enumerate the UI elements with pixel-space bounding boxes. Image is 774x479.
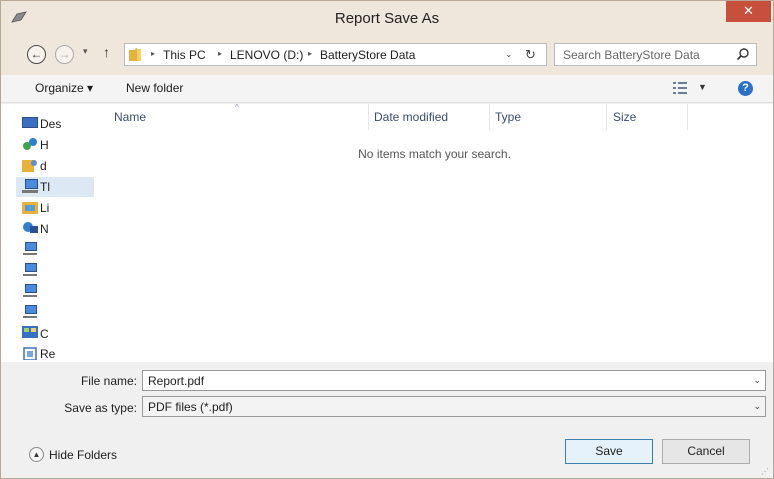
navigation-pane: Des H d Tl Li N C Re bbox=[16, 104, 94, 362]
nav-item-label: Des bbox=[40, 117, 62, 131]
dialog-footer: ▲ Hide Folders Save Cancel ⋰ bbox=[1, 417, 773, 478]
cancel-button[interactable]: Cancel bbox=[662, 439, 750, 464]
save-type-value: PDF files (*.pdf) bbox=[148, 400, 233, 414]
nav-item-libraries[interactable]: Li bbox=[16, 198, 94, 218]
network-computer-icon bbox=[23, 263, 37, 276]
column-header-name[interactable]: Name bbox=[114, 110, 146, 124]
libraries-icon bbox=[22, 202, 38, 214]
collapse-icon: ▲ bbox=[29, 447, 44, 462]
view-dropdown[interactable]: ▼ bbox=[698, 82, 707, 92]
sort-indicator: ^ bbox=[235, 103, 239, 112]
save-as-dialog: Report Save As ✕ ← → ▾ ↑ ▸ This PC ▸ LEN… bbox=[0, 0, 774, 479]
file-name-dropdown[interactable]: ⌄ bbox=[753, 375, 761, 386]
file-list: ^ Name Date modified Type Size No items … bbox=[96, 103, 773, 362]
nav-item-label: d bbox=[40, 159, 47, 173]
breadcrumb-lenovo-drive[interactable]: LENOVO (D:) bbox=[230, 48, 303, 62]
save-type-dropdown[interactable]: ⌄ bbox=[753, 401, 761, 412]
breadcrumb-batterystore-data[interactable]: BatteryStore Data bbox=[320, 48, 415, 62]
navigation-bar: ← → ▾ ↑ ▸ This PC ▸ LENOVO (D:) ▸ Batter… bbox=[1, 35, 773, 75]
nav-item-this-pc[interactable]: Tl bbox=[16, 177, 94, 197]
file-name-field[interactable]: Report.pdf ⌄ bbox=[142, 370, 766, 391]
nav-item-label: Re bbox=[40, 347, 56, 361]
network-icon bbox=[23, 222, 38, 233]
window-title: Report Save As bbox=[334, 10, 440, 27]
column-divider[interactable] bbox=[368, 104, 369, 130]
folder-icon bbox=[129, 48, 141, 61]
nav-item-label: Tl bbox=[40, 180, 50, 194]
control-panel-icon bbox=[22, 326, 38, 338]
empty-message: No items match your search. bbox=[358, 147, 511, 161]
network-computer-icon bbox=[23, 305, 37, 318]
user-folder-icon bbox=[22, 160, 37, 172]
address-bar[interactable]: ▸ This PC ▸ LENOVO (D:) ▸ BatteryStore D… bbox=[124, 43, 547, 66]
help-icon[interactable]: ? bbox=[738, 81, 753, 96]
browser-area: Des H d Tl Li N C Re ^ Name Date modifie… bbox=[1, 103, 773, 362]
nav-item-desktop[interactable]: Des bbox=[16, 114, 94, 134]
column-header-date-modified[interactable]: Date modified bbox=[374, 110, 448, 124]
this-pc-icon bbox=[22, 179, 38, 193]
save-form: File name: Report.pdf ⌄ Save as type: PD… bbox=[1, 362, 773, 417]
nav-item-user-folder[interactable]: d bbox=[16, 156, 94, 176]
resize-grip[interactable]: ⋰ bbox=[761, 467, 769, 476]
breadcrumb-separator: ▸ bbox=[218, 49, 223, 58]
breadcrumb-this-pc[interactable]: This PC bbox=[163, 48, 206, 62]
network-computer-icon bbox=[23, 284, 37, 297]
address-dropdown[interactable]: ⌄ bbox=[505, 49, 513, 60]
desktop-icon bbox=[22, 117, 38, 128]
forward-button[interactable]: → bbox=[55, 45, 74, 64]
nav-item-label: N bbox=[40, 222, 49, 236]
homegroup-icon bbox=[23, 138, 37, 150]
nav-item-network-computer[interactable] bbox=[16, 240, 94, 260]
file-name-value[interactable]: Report.pdf bbox=[148, 374, 204, 388]
nav-item-network[interactable]: N bbox=[16, 219, 94, 239]
column-divider[interactable] bbox=[606, 104, 607, 130]
search-placeholder: Search BatteryStore Data bbox=[563, 48, 700, 62]
nav-item-label: C bbox=[40, 327, 49, 341]
recycle-bin-icon bbox=[23, 347, 37, 360]
breadcrumb-separator: ▸ bbox=[308, 49, 313, 58]
nav-item-label: H bbox=[40, 138, 49, 152]
column-divider[interactable] bbox=[489, 104, 490, 130]
save-button[interactable]: Save bbox=[565, 439, 653, 464]
nav-item-network-computer[interactable] bbox=[16, 282, 94, 302]
back-button[interactable]: ← bbox=[27, 45, 46, 64]
search-box[interactable]: Search BatteryStore Data bbox=[554, 43, 757, 66]
recent-locations-dropdown[interactable]: ▾ bbox=[83, 46, 88, 57]
up-button[interactable]: ↑ bbox=[103, 44, 110, 60]
column-header-size[interactable]: Size bbox=[613, 110, 636, 124]
hide-folders-label: Hide Folders bbox=[49, 448, 118, 462]
file-name-label: File name: bbox=[80, 374, 137, 388]
nav-item-homegroup[interactable]: H bbox=[16, 135, 94, 155]
view-options-icon[interactable] bbox=[673, 82, 687, 94]
save-type-select[interactable]: PDF files (*.pdf) ⌄ bbox=[142, 396, 766, 417]
breadcrumb-separator: ▸ bbox=[151, 49, 156, 58]
nav-item-recycle-bin[interactable]: Re bbox=[16, 344, 94, 362]
command-bar: Organize ▾ New folder ▼ ? bbox=[1, 75, 773, 103]
new-folder-button[interactable]: New folder bbox=[126, 81, 183, 95]
nav-item-network-computer[interactable] bbox=[16, 261, 94, 281]
column-divider[interactable] bbox=[687, 104, 688, 130]
close-button[interactable]: ✕ bbox=[726, 1, 771, 22]
network-computer-icon bbox=[23, 242, 37, 255]
nav-item-label: Li bbox=[40, 201, 50, 215]
title-bar[interactable]: Report Save As ✕ bbox=[1, 1, 773, 35]
refresh-button[interactable]: ↻ bbox=[525, 47, 536, 63]
organize-menu[interactable]: Organize ▾ bbox=[35, 81, 93, 95]
search-icon[interactable] bbox=[736, 47, 750, 61]
save-type-label: Save as type: bbox=[64, 401, 137, 415]
nav-item-control-panel[interactable]: C bbox=[16, 324, 94, 344]
column-header-type[interactable]: Type bbox=[495, 110, 521, 124]
nav-item-network-computer[interactable] bbox=[16, 303, 94, 323]
